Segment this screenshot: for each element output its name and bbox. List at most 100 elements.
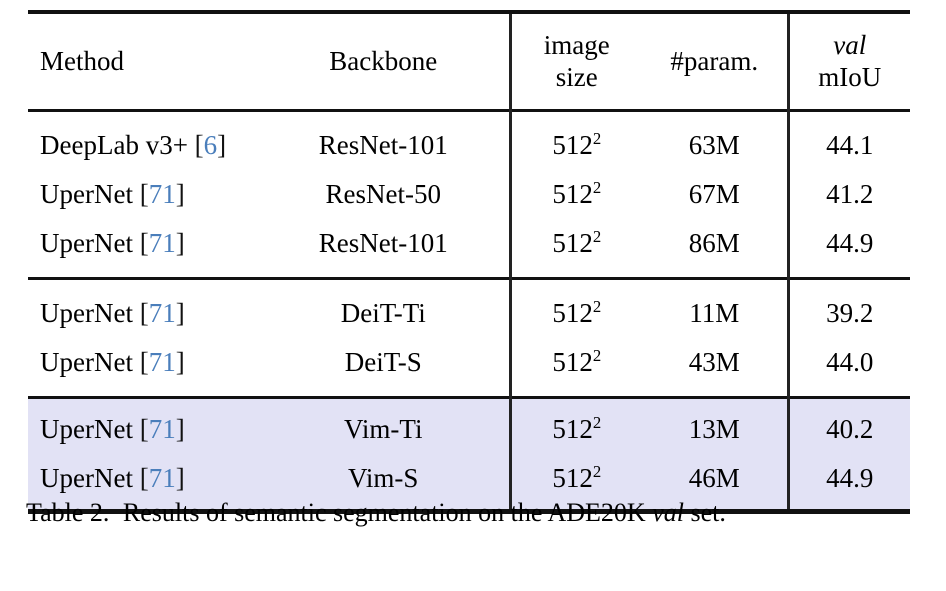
cell-method: UperNet [71] xyxy=(28,219,258,268)
table-row: UperNet [71] ResNet-50 5122 67M 41.2 xyxy=(28,170,910,219)
group-spacer-bottom-cnn xyxy=(28,268,910,279)
column-header-image-size: image size xyxy=(508,14,642,111)
image-size-exponent: 2 xyxy=(592,178,602,197)
cell-backbone: DeiT-Ti xyxy=(340,298,426,328)
citation-number: 71 xyxy=(148,463,176,493)
image-size-base: 512 xyxy=(552,414,593,444)
citation-bracket-open: [ xyxy=(139,463,149,493)
citation-ref[interactable]: [71] xyxy=(140,414,185,444)
image-size-base: 512 xyxy=(552,298,593,328)
cell-image-size: 5122 xyxy=(508,121,642,170)
citation-ref[interactable]: [71] xyxy=(140,298,185,328)
table-header-row: Method Backbone image size #param. val m… xyxy=(28,14,910,111)
citation-bracket-close: ] xyxy=(175,298,185,328)
group-spacer-top-cnn xyxy=(28,112,910,121)
cell-param: 11M xyxy=(689,298,740,328)
cell-method: UperNet [71] xyxy=(28,170,258,219)
image-size-base: 512 xyxy=(552,179,593,209)
citation-bracket-open: [ xyxy=(194,130,204,160)
citation-ref[interactable]: [71] xyxy=(140,179,185,209)
table-row: DeepLab v3+ [6] ResNet-101 5122 63M 44.1 xyxy=(28,121,910,170)
cell-backbone: ResNet-101 xyxy=(318,130,448,160)
citation-ref[interactable]: [71] xyxy=(140,228,185,258)
table-row: UperNet [71] DeiT-S 5122 43M 44.0 xyxy=(28,338,910,387)
citation-ref[interactable]: [71] xyxy=(140,347,185,377)
column-header-param: #param. xyxy=(670,46,759,76)
method-name: UperNet xyxy=(40,463,133,493)
caption-text-after: set. xyxy=(690,498,726,527)
column-header-val: val xyxy=(833,29,867,60)
method-name: UperNet xyxy=(40,298,133,328)
cell-param: 86M xyxy=(688,228,740,258)
image-size-base: 512 xyxy=(552,228,593,258)
citation-number: 6 xyxy=(203,130,218,160)
citation-bracket-close: ] xyxy=(175,228,185,258)
citation-bracket-close: ] xyxy=(217,130,227,160)
citation-number: 71 xyxy=(148,298,176,328)
citation-bracket-open: [ xyxy=(139,298,149,328)
cell-miou: 44.9 xyxy=(786,219,910,268)
method-name: DeepLab v3+ xyxy=(40,130,188,160)
cell-image-size: 5122 xyxy=(508,170,642,219)
caption-italic-word: val xyxy=(652,498,684,527)
image-size-exponent: 2 xyxy=(592,129,602,148)
cell-method: UperNet [71] xyxy=(28,405,258,454)
image-size-exponent: 2 xyxy=(592,346,602,365)
cell-backbone: ResNet-50 xyxy=(325,179,441,209)
column-header-backbone: Backbone xyxy=(329,46,438,76)
citation-bracket-close: ] xyxy=(175,463,185,493)
cell-image-size: 5122 xyxy=(508,405,642,454)
citation-bracket-open: [ xyxy=(139,414,149,444)
column-header-miou: mIoU xyxy=(818,61,882,92)
cell-image-size: 5122 xyxy=(508,219,642,268)
group-spacer-top-deit xyxy=(28,280,910,289)
table-row: UperNet [71] DeiT-Ti 5122 11M 39.2 xyxy=(28,289,910,338)
table-row: UperNet [71] ResNet-101 5122 86M 44.9 xyxy=(28,219,910,268)
cell-param: 67M xyxy=(688,179,740,209)
cell-param: 63M xyxy=(688,130,740,160)
column-header-image-size-line1: image xyxy=(543,29,610,60)
citation-number: 71 xyxy=(148,179,176,209)
citation-ref[interactable]: [71] xyxy=(140,463,185,493)
cell-miou: 41.2 xyxy=(786,170,910,219)
cell-backbone: ResNet-101 xyxy=(318,228,448,258)
citation-ref[interactable]: [6] xyxy=(195,130,227,160)
column-header-method: Method xyxy=(40,46,124,76)
caption-text-before: Results of semantic segmentation on the … xyxy=(122,498,646,527)
cell-param: 13M xyxy=(642,405,788,454)
image-size-exponent: 2 xyxy=(592,462,602,481)
cell-miou: 44.0 xyxy=(786,338,910,387)
image-size-exponent: 2 xyxy=(592,227,602,246)
cell-miou: 44.1 xyxy=(786,121,910,170)
caption-label: Table 2. xyxy=(26,498,110,527)
column-header-val-miou: val mIoU xyxy=(786,14,910,111)
method-name: UperNet xyxy=(40,228,133,258)
cell-method: DeepLab v3+ [6] xyxy=(28,121,258,170)
page-root: Method Backbone image size #param. val m… xyxy=(0,0,946,591)
results-table-container: Method Backbone image size #param. val m… xyxy=(28,10,910,516)
cell-method: UperNet [71] xyxy=(28,338,258,387)
cell-miou: 40.2 xyxy=(786,405,910,454)
group-spacer-bottom-deit xyxy=(28,387,910,398)
cell-param: 43M xyxy=(688,347,740,377)
cell-backbone: DeiT-S xyxy=(344,347,422,377)
citation-bracket-close: ] xyxy=(175,347,185,377)
image-size-exponent: 2 xyxy=(592,297,602,316)
citation-bracket-open: [ xyxy=(139,228,149,258)
cell-miou: 39.2 xyxy=(786,289,910,338)
cell-image-size: 5122 xyxy=(508,289,642,338)
method-name: UperNet xyxy=(40,414,133,444)
citation-bracket-close: ] xyxy=(175,179,185,209)
citation-number: 71 xyxy=(148,414,176,444)
citation-bracket-open: [ xyxy=(139,179,149,209)
citation-bracket-open: [ xyxy=(139,347,149,377)
cell-method: UperNet [71] xyxy=(28,289,258,338)
citation-number: 71 xyxy=(148,228,176,258)
results-table: Method Backbone image size #param. val m… xyxy=(28,10,910,516)
column-header-image-size-line2: size xyxy=(555,61,598,92)
table-row-highlighted: UperNet [71] Vim-Ti 5122 13M 40.2 xyxy=(28,405,910,454)
image-size-base: 512 xyxy=(552,463,593,493)
method-name: UperNet xyxy=(40,347,133,377)
cell-image-size: 5122 xyxy=(508,338,642,387)
image-size-base: 512 xyxy=(552,130,593,160)
